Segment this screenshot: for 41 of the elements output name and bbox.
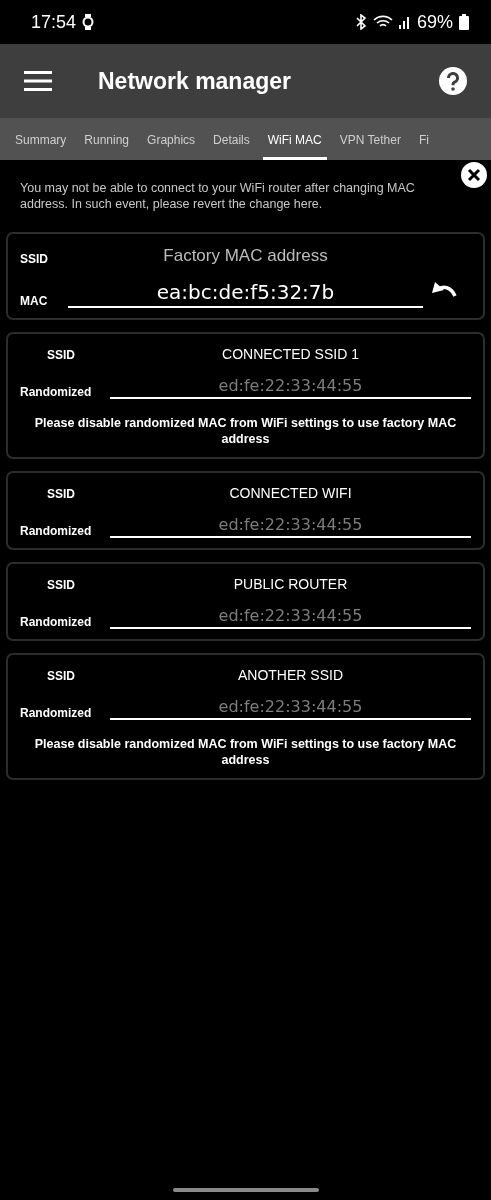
ssid-label: SSID: [20, 252, 48, 266]
tab[interactable]: Details: [208, 118, 255, 160]
tab[interactable]: Summary: [10, 118, 72, 160]
ssid-label: SSID: [47, 669, 75, 683]
tab[interactable]: VPN Tether: [334, 118, 406, 160]
randomized-label: Randomized: [20, 385, 92, 399]
signal-icon: [398, 14, 411, 30]
tab[interactable]: Running: [79, 118, 135, 160]
ssid-name: Factory MAC address: [162, 246, 329, 266]
battery-percent: 69%: [416, 11, 453, 33]
tab[interactable]: Graphics: [142, 118, 201, 160]
mac-label: MAC: [20, 294, 48, 308]
menu-button[interactable]: [24, 70, 52, 92]
tab[interactable]: WiFi MAC: [262, 118, 327, 160]
tab[interactable]: Fi: [413, 118, 434, 160]
ssid-name: ANOTHER SSID: [237, 667, 344, 683]
close-icon[interactable]: [467, 168, 481, 182]
battery-icon: [459, 14, 469, 30]
mac-input-field[interactable]: ed:fe:22:33:44:55: [110, 515, 471, 538]
mac-input-field[interactable]: ed:fe:22:33:44:55: [110, 606, 471, 629]
ssid-label: SSID: [47, 487, 75, 501]
help-button[interactable]: [439, 67, 467, 95]
warning-text: You may not be able to connect to your WiFi router after changing MAC address. In such event, please revert the change here.: [20, 180, 416, 212]
randomized-label: Randomized: [20, 524, 92, 538]
randomized-note: Please disable randomized MAC from WiFi settings to use factory MAC address: [33, 736, 458, 768]
clock-time: 17:54: [31, 11, 77, 33]
randomized-label: Randomized: [20, 706, 92, 720]
ssid-label: SSID: [47, 348, 75, 362]
mac-input-field[interactable]: ed:fe:22:33:44:55: [110, 376, 471, 399]
ssid-name: PUBLIC ROUTER: [232, 576, 349, 592]
watch-icon: [82, 14, 95, 30]
ssid-label: SSID: [47, 578, 75, 592]
randomized-note: Please disable randomized MAC from WiFi settings to use factory MAC address: [33, 415, 458, 447]
bluetooth-icon: [354, 14, 367, 30]
ssid-name: CONNECTED WIFI: [228, 485, 353, 501]
mac-input-field[interactable]: ea:bc:de:f5:32:7b: [68, 280, 423, 308]
close-button[interactable]: [461, 162, 487, 188]
app-title: Network manager: [98, 67, 292, 95]
ssid-name: CONNECTED SSID 1: [221, 346, 360, 362]
randomized-label: Randomized: [20, 615, 92, 629]
mac-input-field[interactable]: ed:fe:22:33:44:55: [110, 697, 471, 720]
